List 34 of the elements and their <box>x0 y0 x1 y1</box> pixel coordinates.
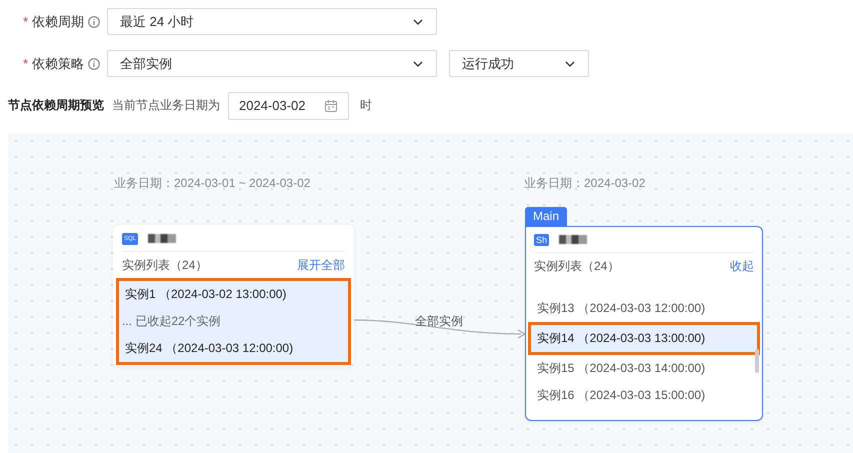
instance-row[interactable]: 实例16 （2024-03-03 15:00:00) <box>534 382 754 409</box>
date-field[interactable]: 2024-03-02 <box>228 92 349 120</box>
node-type-badge: Sh <box>534 234 550 246</box>
edge-label: 全部实例 <box>415 313 463 330</box>
scrollbar-thumb[interactable] <box>755 349 759 373</box>
required-asterisk: * <box>22 14 28 29</box>
field-label: 依赖策略 <box>32 54 84 72</box>
instance-row[interactable]: 实例13 （2024-03-03 12:00:00) <box>534 295 754 322</box>
list-title: 实例列表（24） <box>534 258 620 274</box>
instance-row[interactable]: 实例15 （2024-03-03 14:00:00) <box>534 355 754 382</box>
instance-row[interactable]: 实例14 （2024-03-03 13:00:00) <box>528 322 760 355</box>
toggle-link[interactable]: 收起 <box>730 258 754 274</box>
instance-row[interactable]: 实例1 （2024-03-02 13:00:00) <box>116 278 351 308</box>
dropdown-select[interactable]: 最近 24 小时 <box>107 8 437 35</box>
dropdown-select[interactable]: 全部实例 <box>107 50 437 77</box>
field-label: 依赖周期 <box>32 12 84 30</box>
hour-label: 时 <box>360 97 372 114</box>
required-asterisk: * <box>22 56 28 71</box>
dropdown-select[interactable]: 运行成功 <box>449 50 589 77</box>
collapsed-note: ... 已收起22个实例 <box>116 308 351 335</box>
redacted-name <box>148 234 176 243</box>
redacted-name <box>559 235 588 244</box>
toggle-link[interactable]: 展开全部 <box>297 256 345 274</box>
business-date-label: 业务日期：2024-03-01 ~ 2024-03-02 <box>114 175 310 192</box>
calendar-icon <box>324 98 338 112</box>
node-card[interactable]: Sh 实例列表（24） 收起 实例13 （2024-03-03 12:00:00) 实例14 （2024-03-03 13:00:00) 实例15 （2024-03-03 14:00:00) 实例16 （2024-03-03 15:00:00) <box>525 226 763 421</box>
info-icon <box>88 58 100 70</box>
section-title: 节点依赖周期预览 <box>8 97 104 114</box>
info-icon <box>88 16 100 28</box>
date-label: 当前节点业务日期为 <box>112 97 220 114</box>
instance-row[interactable]: 实例24 （2024-03-03 12:00:00) <box>116 335 351 365</box>
node-tag: Main <box>525 207 568 226</box>
list-title: 实例列表（24） <box>122 256 208 274</box>
business-date-label: 业务日期：2024-03-02 <box>524 175 646 192</box>
